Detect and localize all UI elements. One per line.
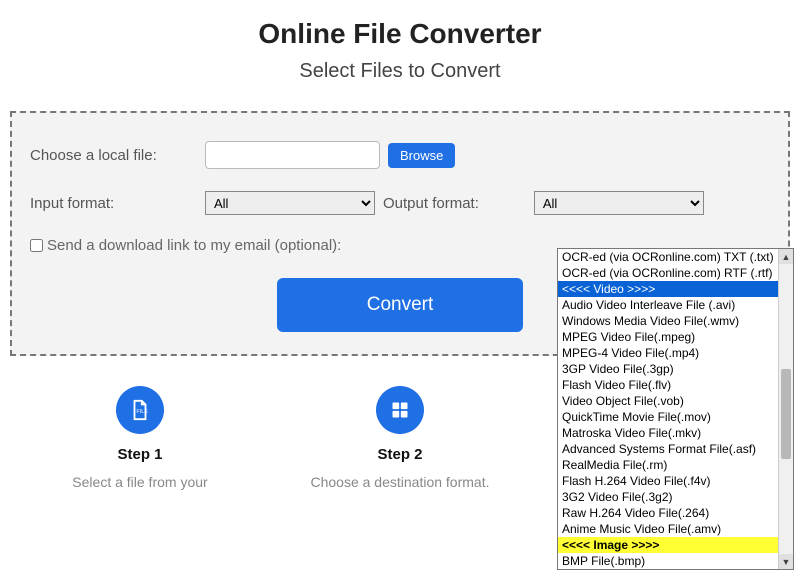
email-checkbox[interactable] bbox=[30, 239, 43, 252]
page-subtitle: Select Files to Convert bbox=[0, 60, 800, 83]
scroll-up-icon[interactable]: ▲ bbox=[779, 249, 793, 264]
dropdown-option[interactable]: Advanced Systems Format File(.asf) bbox=[558, 441, 778, 457]
convert-button[interactable]: Convert bbox=[277, 278, 524, 332]
scroll-thumb[interactable] bbox=[781, 369, 791, 459]
step-2-title: Step 2 bbox=[271, 446, 528, 463]
step-1-title: Step 1 bbox=[11, 446, 268, 463]
step-1: FILE Step 1 Select a file from your bbox=[11, 386, 268, 491]
dropdown-option[interactable]: Windows Media Video File(.wmv) bbox=[558, 313, 778, 329]
output-format-listbox[interactable]: OCR-ed (via OCRonline.com) TXT (.txt)OCR… bbox=[557, 248, 794, 570]
browse-button[interactable]: Browse bbox=[388, 143, 455, 168]
dropdown-option[interactable]: MPEG-4 Video File(.mp4) bbox=[558, 345, 778, 361]
dropdown-option[interactable]: Anime Music Video File(.amv) bbox=[558, 521, 778, 537]
scroll-down-icon[interactable]: ▼ bbox=[779, 554, 793, 569]
file-input[interactable] bbox=[205, 141, 380, 169]
dropdown-option[interactable]: 3GP Video File(.3gp) bbox=[558, 361, 778, 377]
dropdown-option[interactable]: <<<< Image >>>> bbox=[558, 537, 778, 553]
dropdown-option[interactable]: OCR-ed (via OCRonline.com) TXT (.txt) bbox=[558, 249, 778, 265]
svg-text:FILE: FILE bbox=[136, 409, 148, 415]
dropdown-option[interactable]: Flash Video File(.flv) bbox=[558, 377, 778, 393]
input-format-label: Input format: bbox=[30, 195, 205, 212]
dropdown-option[interactable]: QuickTime Movie File(.mov) bbox=[558, 409, 778, 425]
file-row: Choose a local file: Browse bbox=[30, 141, 770, 169]
dropdown-option[interactable]: Matroska Video File(.mkv) bbox=[558, 425, 778, 441]
input-format-select[interactable]: All bbox=[205, 191, 375, 215]
dropdown-option[interactable]: <<<< Video >>>> bbox=[558, 281, 778, 297]
format-row: Input format: All Output format: All bbox=[30, 191, 770, 215]
email-checkbox-label: Send a download link to my email (option… bbox=[47, 237, 341, 254]
dropdown-option[interactable]: Audio Video Interleave File (.avi) bbox=[558, 297, 778, 313]
dropdown-option[interactable]: 3G2 Video File(.3g2) bbox=[558, 489, 778, 505]
dropdown-option[interactable]: RealMedia File(.rm) bbox=[558, 457, 778, 473]
dropdown-option[interactable]: OCR-ed (via OCRonline.com) RTF (.rtf) bbox=[558, 265, 778, 281]
file-icon: FILE bbox=[116, 386, 164, 434]
step-2: Step 2 Choose a destination format. bbox=[271, 386, 528, 491]
dropdown-option[interactable]: MPEG Video File(.mpeg) bbox=[558, 329, 778, 345]
step-1-desc: Select a file from your bbox=[11, 473, 268, 491]
dropdown-option[interactable]: Raw H.264 Video File(.264) bbox=[558, 505, 778, 521]
choose-file-label: Choose a local file: bbox=[30, 147, 205, 164]
dropdown-scrollbar[interactable]: ▲ ▼ bbox=[778, 249, 793, 569]
step-2-desc: Choose a destination format. bbox=[271, 473, 528, 491]
output-format-select[interactable]: All bbox=[534, 191, 704, 215]
output-format-label: Output format: bbox=[383, 195, 479, 212]
dropdown-option[interactable]: Flash H.264 Video File(.f4v) bbox=[558, 473, 778, 489]
dropdown-option[interactable]: BMP File(.bmp) bbox=[558, 553, 778, 569]
grid-icon bbox=[376, 386, 424, 434]
dropdown-option[interactable]: Video Object File(.vob) bbox=[558, 393, 778, 409]
page-title: Online File Converter bbox=[0, 18, 800, 50]
